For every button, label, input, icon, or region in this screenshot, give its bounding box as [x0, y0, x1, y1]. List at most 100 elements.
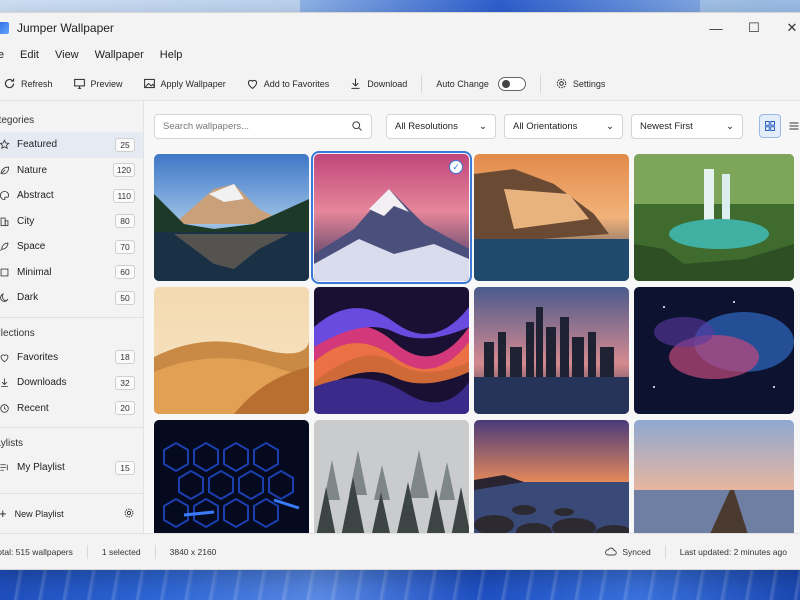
list-icon: [789, 122, 799, 130]
plus-icon[interactable]: +: [0, 506, 7, 521]
close-icon[interactable]: ✕: [773, 13, 800, 43]
building-icon: [0, 216, 10, 227]
chevron-down-icon: ⌄: [479, 120, 487, 132]
apply-wallpaper-button[interactable]: Apply Wallpaper: [133, 70, 236, 98]
categories-heading: ategories: [0, 115, 35, 126]
star-icon: [0, 139, 10, 150]
sidebar-item-label: Abstract: [17, 190, 54, 202]
playlists-heading: laylists: [0, 438, 24, 449]
sidebar-item-label: City: [17, 215, 35, 227]
orientation-dropdown[interactable]: All Orientations ⌄: [504, 113, 623, 139]
grid-view-button[interactable]: [759, 114, 781, 138]
sidebar-item-label: My Playlist: [17, 462, 65, 474]
wallpaper-thumbnail[interactable]: [634, 154, 794, 281]
sidebar-item-favorites[interactable]: Favorites 18: [0, 345, 143, 371]
title-bar[interactable]: Jumper Wallpaper — ☐ ✕: [0, 13, 800, 43]
count-badge: 60: [115, 265, 135, 280]
wallpaper-thumbnail[interactable]: [634, 287, 794, 414]
new-playlist-button[interactable]: New Playlist: [15, 509, 64, 519]
monitor-icon: [73, 78, 85, 89]
sidebar-item-my-playlist[interactable]: My Playlist 15: [0, 455, 143, 481]
sidebar-item-featured[interactable]: Featured 25: [0, 132, 143, 158]
count-badge: 15: [115, 460, 135, 475]
clock-icon: [0, 403, 10, 414]
add-to-favorites-button[interactable]: Add to Favorites: [236, 70, 340, 98]
count-badge: 80: [115, 214, 135, 229]
count-badge: 25: [115, 137, 135, 152]
search-input[interactable]: Search wallpapers...: [154, 113, 372, 139]
menu-bar: ile Edit View Wallpaper Help: [0, 43, 800, 67]
auto-change-toggle[interactable]: [497, 76, 526, 91]
wallpaper-thumbnail[interactable]: [314, 287, 469, 414]
wallpaper-thumbnail[interactable]: [474, 420, 629, 547]
sidebar-item-label: Dark: [17, 292, 39, 304]
menu-view[interactable]: View: [47, 49, 87, 61]
preview-button[interactable]: Preview: [63, 70, 133, 98]
sidebar-item-city[interactable]: City 80: [0, 209, 143, 235]
sidebar-item-minimal[interactable]: Minimal 60: [0, 260, 143, 286]
last-updated: Last updated: 2 minutes ago: [679, 546, 787, 557]
wallpaper-thumbnail[interactable]: [154, 154, 309, 281]
resolution-dropdown[interactable]: All Resolutions ⌄: [386, 113, 496, 139]
download-button[interactable]: Download: [339, 70, 417, 98]
sidebar-item-abstract[interactable]: Abstract 110: [0, 183, 143, 209]
app-window: Jumper Wallpaper — ☐ ✕ ile Edit View Wal…: [0, 12, 800, 570]
palette-icon: [0, 190, 10, 201]
wallpaper-thumbnail[interactable]: [474, 287, 629, 414]
sidebar-item-recent[interactable]: Recent 20: [0, 396, 143, 422]
sidebar-item-space[interactable]: Space 70: [0, 234, 143, 260]
sidebar-item-nature[interactable]: Nature 120: [0, 158, 143, 184]
wallpaper-thumbnail[interactable]: [154, 420, 309, 547]
grid-icon: [765, 121, 775, 131]
selected-resolution: 3840 x 2160: [169, 546, 217, 557]
sidebar-item-dark[interactable]: Dark 50: [0, 285, 143, 311]
menu-edit[interactable]: Edit: [12, 49, 47, 61]
playlist-icon: [0, 462, 10, 473]
download-label: Download: [367, 78, 408, 89]
sidebar-item-downloads[interactable]: Downloads 32: [0, 370, 143, 396]
gear-icon[interactable]: [123, 507, 135, 521]
status-right: Synced Last updated: 2 minutes ago: [605, 544, 800, 559]
settings-button[interactable]: Settings: [545, 70, 616, 98]
leaf-icon: [0, 165, 10, 176]
wallpaper-thumbnail[interactable]: [634, 420, 794, 547]
menu-help[interactable]: Help: [152, 49, 191, 61]
toolbar-divider: [421, 74, 423, 93]
refresh-button[interactable]: Refresh: [0, 70, 63, 98]
auto-change-label: Auto Change: [436, 78, 489, 89]
maximize-icon[interactable]: ☐: [735, 13, 773, 43]
new-playlist-bar: + New Playlist: [0, 493, 143, 533]
sidebar-item-label: Downloads: [17, 377, 67, 389]
list-view-button[interactable]: [783, 114, 800, 138]
auto-change-control: Auto Change: [426, 70, 536, 98]
selected-count: 1 selected: [88, 544, 156, 559]
gear-icon: [556, 78, 567, 89]
menu-wallpaper[interactable]: Wallpaper: [87, 49, 152, 61]
app-logo-icon: [0, 22, 9, 34]
sidebar-item-label: Favorites: [17, 351, 59, 363]
count-badge: 70: [115, 239, 135, 254]
toolbar-divider: [539, 74, 541, 93]
count-badge: 18: [115, 350, 135, 365]
chevron-down-icon: ⌄: [726, 120, 734, 132]
wallpaper-thumbnail[interactable]: [474, 154, 629, 281]
refresh-label: Refresh: [21, 78, 53, 89]
download-icon: [0, 377, 10, 388]
wallpaper-thumbnail-selected[interactable]: ✓: [311, 151, 472, 284]
square-icon: [0, 267, 10, 278]
check-icon: ✓: [449, 160, 463, 174]
wallpaper-thumbnail[interactable]: [314, 420, 469, 547]
sidebar: ategories Featured 25 Nature 120 Abstrac…: [0, 101, 144, 533]
sort-dropdown[interactable]: Newest First ⌄: [631, 113, 743, 139]
apply-wallpaper-label: Apply Wallpaper: [160, 78, 226, 89]
settings-label: Settings: [572, 78, 606, 89]
minimize-icon[interactable]: —: [697, 13, 735, 43]
toolbar: Refresh Preview Apply Wallpaper Add to F…: [0, 67, 800, 101]
gallery-panel: Search wallpapers... All Resolutions ⌄ A…: [144, 101, 800, 547]
search-icon[interactable]: [351, 120, 363, 132]
wallpaper-thumbnail[interactable]: [154, 287, 309, 414]
search-placeholder: Search wallpapers...: [163, 120, 250, 132]
sidebar-item-label: Space: [17, 241, 46, 253]
menu-file[interactable]: ile: [0, 49, 12, 61]
orientation-value: All Orientations: [513, 120, 578, 132]
